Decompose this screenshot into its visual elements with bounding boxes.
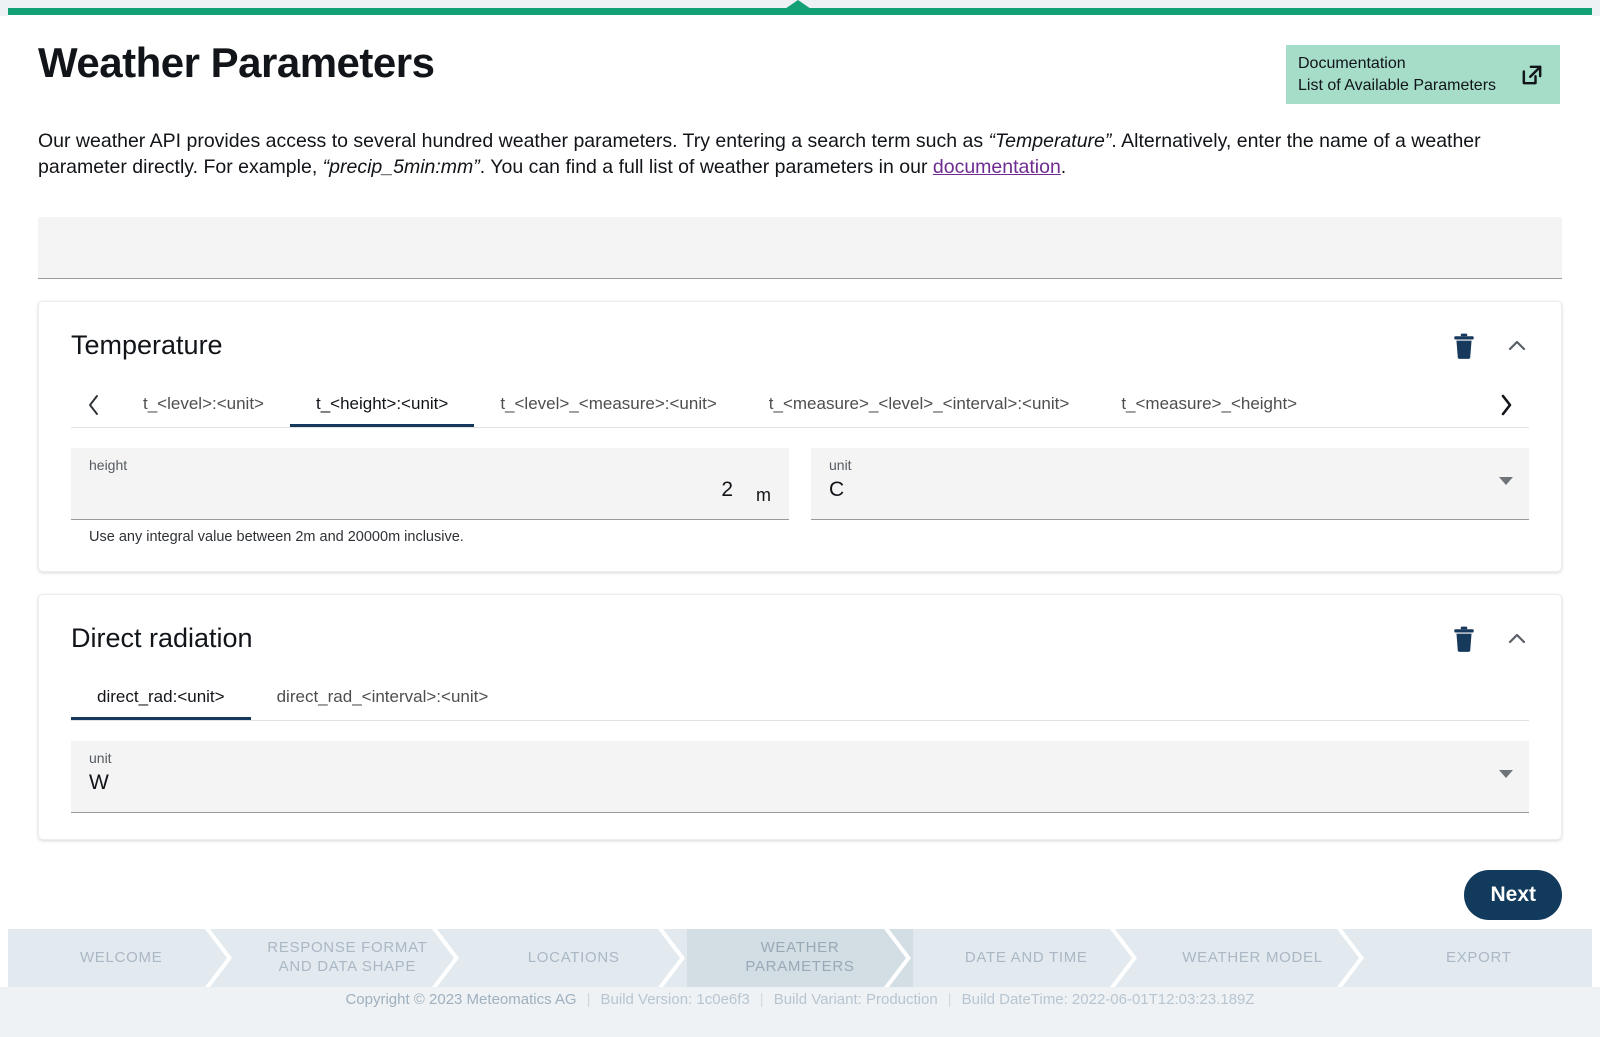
weather-parameters-page: Weather Parameters Documentation List of… [0, 0, 1600, 1037]
wizard-stepper: WELCOME RESPONSE FORMAT AND DATA SHAPE LOC… [8, 929, 1592, 987]
parameter-card: Temperature t_<level>:<unit> t_<height>:<u… [38, 300, 1562, 572]
next-button-row: Next [38, 869, 1562, 920]
parameter-card-actions [1451, 332, 1529, 360]
unit-select-field[interactable]: unit W [71, 740, 1529, 813]
documentation-box-text: Documentation List of Available Paramete… [1298, 53, 1518, 95]
caret-down-icon[interactable] [1499, 476, 1513, 485]
page-header: Weather Parameters Documentation List of… [38, 33, 1562, 111]
intro-quote-2: “precip_5min:mm” [322, 155, 480, 178]
parameter-search-field[interactable] [38, 216, 1562, 279]
documentation-inline-link[interactable]: documentation [933, 156, 1061, 178]
top-accent-bar [0, 0, 1600, 16]
stepper-step[interactable]: WELCOME [8, 929, 235, 987]
documentation-box-line2: List of Available Parameters [1298, 76, 1497, 94]
stepper-step-label: WEATHER MODEL [1182, 948, 1323, 966]
parameter-fields-row: height 2 m Use any integral value between 2… [71, 447, 1529, 545]
field-label: unit [829, 456, 852, 473]
stepper-step-label: WEATHER PARAMETERS [745, 939, 855, 975]
field-helper-text: Use any integral value between 2m and 20… [89, 528, 464, 545]
field-value: 2 [721, 477, 733, 501]
tab-scroller: t_<level>:<unit> t_<height>:<unit> t_<leve… [117, 384, 1529, 427]
trash-icon[interactable] [1451, 625, 1477, 653]
documentation-box-line1: Documentation [1298, 55, 1406, 73]
stepper-step-label: DATE AND TIME [964, 948, 1088, 966]
field-label: unit [89, 749, 112, 766]
parameter-tab-strip: t_<level>:<unit> t_<height>:<unit> t_<leve… [71, 383, 1529, 428]
parameter-tab[interactable]: direct_rad_<interval>:<unit> [251, 677, 515, 720]
chevron-up-icon[interactable] [1505, 334, 1529, 358]
footer-divider-1: | [586, 991, 591, 1008]
stepper-step[interactable]: WEATHER MODEL [1139, 929, 1367, 987]
build-datetime: Build DateTime: 2022-06-01T12:03:23.189Z [961, 991, 1255, 1008]
search-input[interactable] [54, 236, 1546, 258]
stepper-step[interactable]: EXPORT [1365, 929, 1592, 987]
parameter-cards: Temperature t_<level>:<unit> t_<height>:<u… [38, 300, 1562, 840]
parameter-card: Direct radiation direct_rad:<unit> direct_… [38, 593, 1562, 840]
parameter-tab[interactable]: t_<height>:<unit> [289, 384, 475, 427]
tab-scroller: direct_rad:<unit> direct_rad_<interval>:<… [71, 677, 1529, 720]
stepper-step[interactable]: RESPONSE FORMAT AND DATA SHAPE [234, 929, 461, 987]
stepper-step[interactable]: DATE AND TIME [913, 929, 1140, 987]
main-panel: Weather Parameters Documentation List of… [8, 15, 1592, 930]
accent-bar-notch [782, 0, 814, 11]
chevron-left-icon[interactable] [71, 383, 117, 427]
parameter-tab[interactable]: t_<measure>_<level>_<interval>:<unit> [743, 384, 1096, 427]
footer-divider-3: | [947, 991, 952, 1008]
intro-quote-1: “Temperature” [988, 130, 1112, 152]
copyright-text: Copyright © 2023 Meteomatics AG [345, 991, 577, 1008]
footer-copyright: Copyright © 2023 Meteomatics AG | Build … [0, 987, 1600, 1037]
parameter-tab[interactable]: t_<level>:<unit> [117, 384, 290, 427]
field-value: W [89, 770, 109, 794]
parameter-card-title: Direct radiation [71, 623, 253, 654]
unit-select-field[interactable]: unit C [811, 447, 1529, 520]
stepper-step[interactable]: WEATHER PARAMETERS [686, 929, 914, 987]
trash-icon[interactable] [1451, 332, 1477, 360]
stepper-separator-icon [1336, 929, 1367, 987]
caret-down-icon[interactable] [1499, 769, 1513, 778]
parameter-card-header: Direct radiation [71, 617, 1529, 661]
build-variant: Build Variant: Production [773, 991, 938, 1008]
external-link-icon [1518, 61, 1546, 89]
parameter-tab[interactable]: t_<level>_<measure>:<unit> [474, 384, 742, 427]
number-input-field[interactable]: height 2 m [71, 447, 789, 520]
footer-divider-2: | [759, 991, 764, 1008]
field-unit-suffix: m [756, 484, 771, 505]
parameter-tab[interactable]: direct_rad:<unit> [71, 677, 251, 720]
stepper-step-label: EXPORT [1446, 948, 1512, 966]
stepper-separator-icon [205, 929, 235, 987]
intro-part-3: . You can find a full list of weather pa… [479, 155, 933, 178]
parameter-card-title: Temperature [71, 330, 223, 361]
stepper-step-label: WELCOME [79, 948, 163, 966]
stepper-step[interactable]: LOCATIONS [460, 929, 688, 987]
parameter-tab[interactable]: t_<measure>_<height> [1095, 384, 1323, 427]
field-value: C [829, 477, 845, 501]
build-version: Build Version: 1c0e6f3 [600, 991, 750, 1008]
intro-part-1: Our weather API provides access to sever… [38, 130, 989, 152]
stepper-step-label: RESPONSE FORMAT AND DATA SHAPE [267, 939, 428, 975]
parameter-tab-strip: direct_rad:<unit> direct_rad_<interval>:<… [71, 677, 1529, 721]
parameter-card-actions [1451, 625, 1529, 653]
next-button[interactable]: Next [1464, 869, 1562, 920]
intro-paragraph: Our weather API provides access to sever… [38, 129, 1562, 181]
parameter-card-header: Temperature [71, 324, 1529, 368]
stepper-separator-icon [1110, 929, 1140, 987]
documentation-link-box[interactable]: Documentation List of Available Paramete… [1286, 45, 1560, 104]
parameter-fields-row: unit W [71, 740, 1529, 813]
stepper-step-label: LOCATIONS [527, 948, 620, 966]
stepper-separator-icon [657, 929, 688, 987]
chevron-right-icon[interactable] [1483, 383, 1529, 427]
field-label: height [89, 456, 128, 473]
intro-part-4: . [1060, 155, 1067, 178]
chevron-up-icon[interactable] [1505, 627, 1529, 651]
